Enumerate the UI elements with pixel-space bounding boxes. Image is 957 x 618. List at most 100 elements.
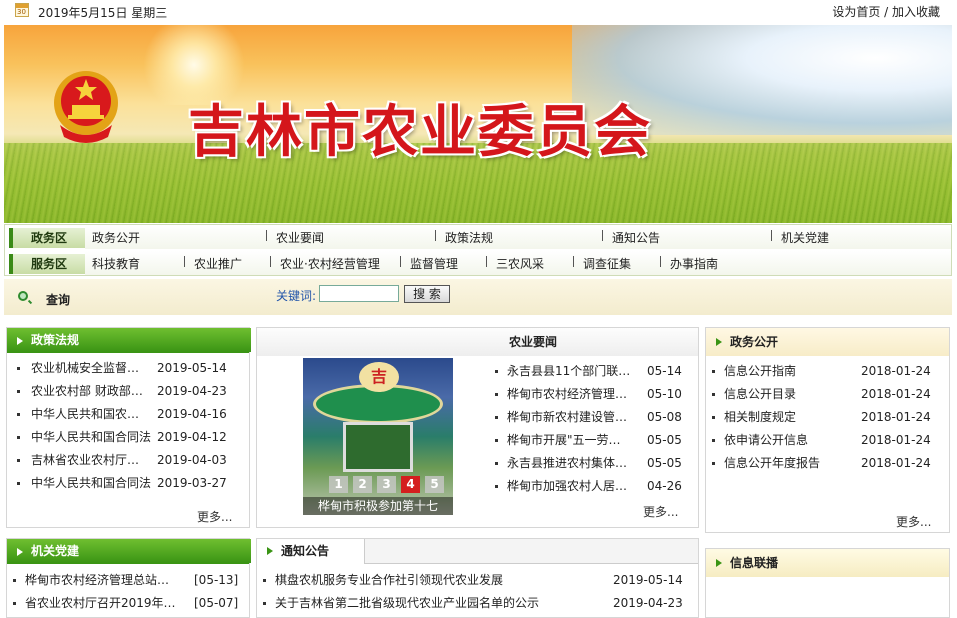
- keyword-input[interactable]: [319, 285, 399, 302]
- nav-item-agri-promotion[interactable]: 农业推广: [194, 255, 242, 272]
- policy-item-title[interactable]: 中华人民共和国农…: [31, 403, 157, 426]
- gov-item-date: 2018-01-24: [861, 410, 931, 424]
- nav-item-rural-management[interactable]: 农业·农村经营管理: [280, 255, 380, 272]
- bullet-icon: [17, 390, 20, 393]
- notice-list: 棋盘农机服务专业合作社引领现代农业发展 2019-05-14 关于吉林省第二批省级现…: [257, 569, 698, 615]
- news-item-date: 05-10: [647, 387, 682, 401]
- search-title: 查询: [46, 293, 71, 307]
- bullet-icon: [17, 436, 20, 439]
- notice-list-item[interactable]: 棋盘农机服务专业合作社引领现代农业发展 2019-05-14: [257, 569, 698, 592]
- news-item-title[interactable]: 桦甸市开展"五一劳…: [507, 429, 637, 452]
- news-list-item[interactable]: 桦甸市加强农村人居… 04-26: [489, 475, 698, 498]
- top-bar: 30 2019年5月15日 星期三 设为首页 / 加入收藏: [0, 0, 957, 24]
- gov-item-title[interactable]: 信息公开目录: [724, 383, 854, 406]
- party-list: 桦甸市农村经济管理总站… [05-13] 省农业农村厅召开2019年… [05-07]: [7, 569, 249, 615]
- slide-page-button[interactable]: 1: [329, 476, 348, 493]
- policy-list-item[interactable]: 中华人民共和国合同法 2019-04-12: [7, 426, 249, 449]
- news-more-link[interactable]: 更多...: [643, 503, 678, 520]
- search-bar: 查询 关键词: 搜 索: [4, 279, 952, 315]
- policy-list-item[interactable]: 农业农村部 财政部… 2019-04-23: [7, 380, 249, 403]
- news-list-item[interactable]: 桦甸市农村经济管理… 05-10: [489, 383, 698, 406]
- tab-notice[interactable]: 通知公告: [257, 539, 365, 564]
- notice-item-date: 2019-04-23: [613, 596, 683, 610]
- site-banner: 吉林市农业委员会: [4, 25, 952, 223]
- slide-page-button[interactable]: 4: [401, 476, 420, 493]
- party-panel: 机关党建 桦甸市农村经济管理总站… [05-13] 省农业农村厅召开2019年… [0…: [6, 538, 251, 618]
- slide-page-button[interactable]: 2: [353, 476, 372, 493]
- gov-item-date: 2018-01-24: [861, 364, 931, 378]
- calendar-icon: 30: [15, 3, 29, 17]
- nav-item-policy[interactable]: 政策法规: [445, 229, 493, 246]
- policy-list-item[interactable]: 中华人民共和国合同法 2019-03-27: [7, 472, 249, 495]
- party-item-title[interactable]: 桦甸市农村经济管理总站…: [25, 569, 185, 592]
- bullet-icon: [712, 462, 715, 465]
- policy-list-item[interactable]: 农业机械安全监督… 2019-05-14: [7, 357, 249, 380]
- notice-list-item[interactable]: 关于吉林省第二批省级现代农业产业园名单的公示 2019-04-23: [257, 592, 698, 615]
- notice-item-title[interactable]: 棋盘农机服务专业合作社引领现代农业发展: [275, 569, 595, 592]
- gov-list-item[interactable]: 相关制度规定 2018-01-24: [706, 406, 949, 429]
- news-list-item[interactable]: 永吉县推进农村集体… 05-05: [489, 452, 698, 475]
- party-list-item[interactable]: 省农业农村厅召开2019年… [05-07]: [7, 592, 249, 615]
- news-list-item[interactable]: 桦甸市新农村建设管… 05-08: [489, 406, 698, 429]
- policy-item-title[interactable]: 农业农村部 财政部…: [31, 380, 157, 403]
- bullet-icon: [17, 367, 20, 370]
- news-item-title[interactable]: 永吉县推进农村集体…: [507, 452, 637, 475]
- site-title: 吉林市农业委员会: [188, 99, 652, 165]
- party-item-title[interactable]: 省农业农村厅召开2019年…: [25, 592, 185, 615]
- policy-more-link[interactable]: 更多...: [197, 508, 232, 525]
- news-list-item[interactable]: 桦甸市开展"五一劳… 05-05: [489, 429, 698, 452]
- bullet-icon: [263, 579, 266, 582]
- national-emblem-icon: [54, 71, 118, 143]
- slideshow-caption[interactable]: 桦甸市积极参加第十七: [303, 497, 453, 515]
- policy-item-date: 2019-04-23: [157, 384, 227, 398]
- news-item-title[interactable]: 桦甸市新农村建设管…: [507, 406, 637, 429]
- gov-item-title[interactable]: 相关制度规定: [724, 406, 854, 429]
- party-list-item[interactable]: 桦甸市农村经济管理总站… [05-13]: [7, 569, 249, 592]
- set-home-bookmark-links[interactable]: 设为首页 / 加入收藏: [832, 3, 940, 20]
- news-list: 永吉县县11个部门联… 05-14 桦甸市农村经济管理… 05-10 桦甸市新农村建设管…: [489, 360, 698, 498]
- news-slideshow[interactable]: 吉 12345 桦甸市积极参加第十七: [303, 358, 453, 515]
- bullet-icon: [495, 439, 498, 442]
- policy-list-item[interactable]: 吉林省农业农村厅… 2019-04-03: [7, 449, 249, 472]
- gov-more-link[interactable]: 更多...: [896, 513, 931, 530]
- nav-item-notice[interactable]: 通知公告: [612, 229, 660, 246]
- bullet-icon: [495, 416, 498, 419]
- gov-item-title[interactable]: 依申请公开信息: [724, 429, 854, 452]
- nav-row-government: 政务区 政务公开 农业要闻 政策法规 通知公告 机关党建: [5, 225, 951, 249]
- slide-page-button[interactable]: 3: [377, 476, 396, 493]
- gov-item-date: 2018-01-24: [861, 456, 931, 470]
- news-item-title[interactable]: 桦甸市加强农村人居…: [507, 475, 637, 498]
- nav-item-tech-edu[interactable]: 科技教育: [92, 255, 140, 272]
- main-nav: 政务区 政务公开 农业要闻 政策法规 通知公告 机关党建 服务区 科技教育 农业…: [4, 224, 952, 276]
- policy-list-item[interactable]: 中华人民共和国农… 2019-04-16: [7, 403, 249, 426]
- bullet-icon: [712, 416, 715, 419]
- slide-page-button[interactable]: 5: [425, 476, 444, 493]
- gov-item-title[interactable]: 信息公开年度报告: [724, 452, 854, 475]
- policy-item-title[interactable]: 农业机械安全监督…: [31, 357, 157, 380]
- policy-panel: 政策法规 农业机械安全监督… 2019-05-14 农业农村部 财政部… 2019-0…: [6, 327, 251, 528]
- nav-item-party[interactable]: 机关党建: [781, 229, 829, 246]
- news-list-item[interactable]: 永吉县县11个部门联… 05-14: [489, 360, 698, 383]
- nav-item-gov-affairs[interactable]: 政务公开: [92, 229, 140, 246]
- policy-item-title[interactable]: 中华人民共和国合同法: [31, 472, 157, 495]
- nav-item-agri-news[interactable]: 农业要闻: [276, 229, 324, 246]
- policy-item-title[interactable]: 中华人民共和国合同法: [31, 426, 157, 449]
- news-item-title[interactable]: 桦甸市农村经济管理…: [507, 383, 637, 406]
- gov-list-item[interactable]: 信息公开年度报告 2018-01-24: [706, 452, 949, 475]
- nav-item-guide[interactable]: 办事指南: [670, 255, 718, 272]
- gov-list-item[interactable]: 依申请公开信息 2018-01-24: [706, 429, 949, 452]
- news-item-title[interactable]: 永吉县县11个部门联…: [507, 360, 637, 383]
- gov-item-date: 2018-01-24: [861, 433, 931, 447]
- search-button[interactable]: 搜 索: [404, 285, 450, 303]
- bullet-icon: [17, 413, 20, 416]
- gov-list-item[interactable]: 信息公开指南 2018-01-24: [706, 360, 949, 383]
- nav-item-survey[interactable]: 调查征集: [583, 255, 631, 272]
- bullet-icon: [17, 482, 20, 485]
- gov-list-item[interactable]: 信息公开目录 2018-01-24: [706, 383, 949, 406]
- nav-item-sannong[interactable]: 三农风采: [496, 255, 544, 272]
- notice-item-title[interactable]: 关于吉林省第二批省级现代农业产业园名单的公示: [275, 592, 595, 615]
- policy-list: 农业机械安全监督… 2019-05-14 农业农村部 财政部… 2019-04-23 中…: [7, 357, 249, 495]
- gov-item-title[interactable]: 信息公开指南: [724, 360, 854, 383]
- nav-item-supervision[interactable]: 监督管理: [410, 255, 458, 272]
- policy-item-title[interactable]: 吉林省农业农村厅…: [31, 449, 157, 472]
